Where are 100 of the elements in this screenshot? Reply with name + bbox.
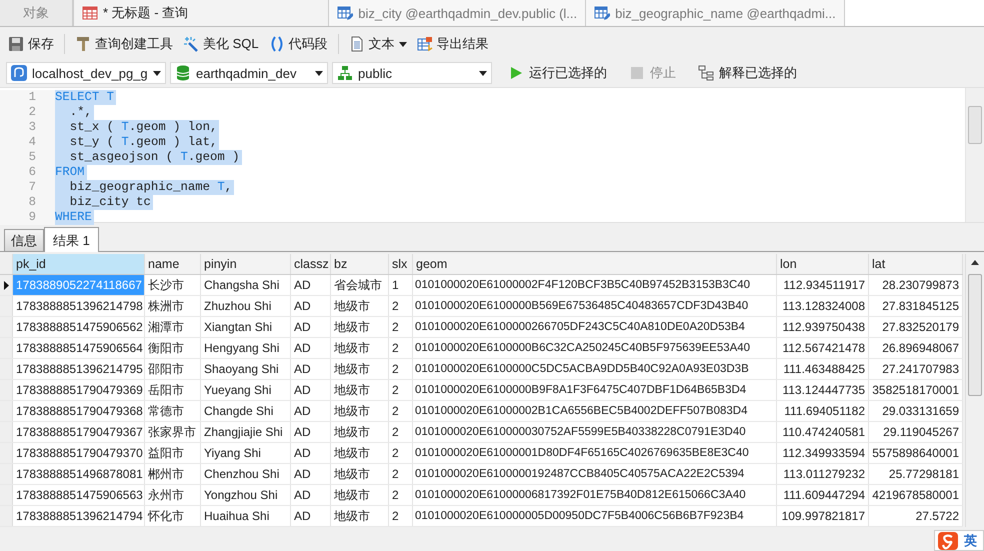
action-button[interactable]: 运行已选择的 bbox=[502, 63, 613, 83]
table-cell: 4219678580001 bbox=[869, 485, 963, 505]
line-number: 6 bbox=[0, 165, 55, 180]
action-button[interactable]: 解释已选择的 bbox=[692, 63, 803, 83]
table-cell: 怀化市 bbox=[145, 506, 201, 526]
play-icon bbox=[508, 65, 524, 81]
table-cell: 109.997821817 bbox=[777, 506, 869, 526]
line-number: 9 bbox=[0, 210, 55, 225]
table-cell: 地级市 bbox=[331, 506, 389, 526]
scroll-up-icon[interactable] bbox=[971, 260, 979, 265]
toolbar-button[interactable]: 导出结果 bbox=[412, 33, 493, 55]
connection-dropdown[interactable]: localhost_dev_pg_g bbox=[6, 62, 166, 84]
table-cell: 地级市 bbox=[331, 359, 389, 379]
toolbar-button[interactable]: 保存 bbox=[4, 33, 58, 55]
table-cell: 张家界市 bbox=[145, 422, 201, 442]
table-cell: 0101000020E6100000B9F8A1F3F6475C407DBF1D64B65B3D4 bbox=[413, 380, 777, 400]
current-row-icon bbox=[4, 280, 8, 290]
table-cell: Zhuzhou Shi bbox=[201, 296, 291, 316]
toolbar-button[interactable]: 查询创建工具 bbox=[71, 33, 177, 55]
toolbar-button[interactable]: 代码段 bbox=[264, 33, 332, 55]
hammer-icon bbox=[75, 36, 91, 52]
result-tab[interactable]: 信息 bbox=[4, 229, 44, 251]
table-cell: 1783888851396214795 bbox=[13, 359, 145, 379]
table-cell: AD bbox=[291, 464, 331, 484]
table-cell: 地级市 bbox=[331, 317, 389, 337]
table-cell: 0101000020E6100000192487CCB8405C40575ACA22E2C5394 bbox=[413, 464, 777, 484]
table-cell: 111.609447294 bbox=[777, 485, 869, 505]
result-tab[interactable]: 结果 1 bbox=[44, 227, 99, 252]
table-cell: 岳阳市 bbox=[145, 380, 201, 400]
caret-icon bbox=[398, 42, 407, 46]
row-header[interactable] bbox=[0, 275, 13, 295]
table-cell: 1783888851475906563 bbox=[13, 485, 145, 505]
table-cell: 1783888851790479369 bbox=[13, 380, 145, 400]
toolbar-button[interactable]: 美化 SQL bbox=[179, 33, 263, 55]
table-cell: Yueyang Shi bbox=[201, 380, 291, 400]
table-cell: AD bbox=[291, 401, 331, 421]
column-header[interactable]: bz bbox=[331, 254, 389, 274]
table-cell: 113.011279232 bbox=[777, 464, 869, 484]
table-cell: 1783888851475906562 bbox=[13, 317, 145, 337]
diagram-icon bbox=[698, 65, 714, 81]
table-cell: AD bbox=[291, 275, 331, 295]
table-cell: 27.831845125 bbox=[869, 296, 963, 316]
table-cell: 111.694051182 bbox=[777, 401, 869, 421]
table-cell: 0101000020E6100000B569E67536485C40483657CDF3D43B40 bbox=[413, 296, 777, 316]
magic-wand-icon bbox=[183, 36, 199, 52]
table-cell: 1783888851790479367 bbox=[13, 422, 145, 442]
column-header[interactable]: pinyin bbox=[201, 254, 291, 274]
scrollbar[interactable] bbox=[965, 88, 984, 222]
caret-icon bbox=[153, 70, 161, 76]
table-cell: 地级市 bbox=[331, 443, 389, 463]
caret-icon bbox=[315, 70, 323, 76]
scrollbar[interactable] bbox=[965, 254, 984, 527]
table-cell: 0101000020E610000005D00950DC7F5B4006C56B6B7F923B4 bbox=[413, 506, 777, 526]
caret-icon bbox=[479, 70, 487, 76]
column-header[interactable]: lat bbox=[869, 254, 963, 274]
table-cell: 112.934511917 bbox=[777, 275, 869, 295]
column-header[interactable]: pk_id bbox=[13, 254, 145, 274]
input-method-indicator[interactable]: 英 bbox=[934, 530, 984, 551]
table-cell: 27.832520179 bbox=[869, 317, 963, 337]
table-cell: 2 bbox=[389, 380, 413, 400]
schema-dropdown[interactable]: public bbox=[332, 62, 492, 84]
column-header[interactable]: lon bbox=[777, 254, 869, 274]
column-header[interactable]: slx bbox=[389, 254, 413, 274]
table-cell: 112.349933594 bbox=[777, 443, 869, 463]
table-cell: 地级市 bbox=[331, 401, 389, 421]
stop-icon bbox=[629, 65, 645, 81]
table-cell: 1783889052274118667 bbox=[13, 275, 145, 295]
line-number: 1 bbox=[0, 90, 55, 105]
database-dropdown[interactable]: earthqadmin_dev bbox=[170, 62, 328, 84]
grid-icon bbox=[82, 5, 98, 21]
hierarchy-icon bbox=[337, 65, 353, 81]
line-number: 5 bbox=[0, 150, 55, 165]
table-cell: Changde Shi bbox=[201, 401, 291, 421]
table-cell: 1 bbox=[389, 275, 413, 295]
table-cell: 0101000020E6100000B6C32CA250245C40B5F975639EE53A40 bbox=[413, 338, 777, 358]
column-header[interactable]: name bbox=[145, 254, 201, 274]
table-cell: AD bbox=[291, 443, 331, 463]
table-cell: 0101000020E6100000266705DF243C5C40A810DE0A20D53B4 bbox=[413, 317, 777, 337]
toolbar-button[interactable]: 文本 bbox=[344, 33, 411, 55]
document-tab[interactable]: biz_city @earthqadmin_dev.public (l... bbox=[329, 0, 586, 26]
table-cell: 衡阳市 bbox=[145, 338, 201, 358]
document-tab[interactable]: biz_geographic_name @earthqadmi... bbox=[586, 0, 845, 26]
document-tab[interactable]: * 无标题 - 查询 bbox=[73, 0, 330, 26]
table-cell: Changsha Shi bbox=[201, 275, 291, 295]
table-cell: 25.77298181 bbox=[869, 464, 963, 484]
table-cell: AD bbox=[291, 506, 331, 526]
column-header[interactable]: classz bbox=[291, 254, 331, 274]
table-cell: 0101000020E61000001D80DF4F65165C4026769635BE8E3C40 bbox=[413, 443, 777, 463]
table-cell: 1783888851496878081 bbox=[13, 464, 145, 484]
table-cell: 地级市 bbox=[331, 338, 389, 358]
table-cell: 2 bbox=[389, 422, 413, 442]
column-header[interactable]: geom bbox=[413, 254, 777, 274]
table-cell: 3582518170001 bbox=[869, 380, 963, 400]
table-cell: 28.230799873 bbox=[869, 275, 963, 295]
table-edit-icon bbox=[594, 5, 610, 21]
table-cell: 2 bbox=[389, 338, 413, 358]
table-cell: 112.567421478 bbox=[777, 338, 869, 358]
table-cell: 株洲市 bbox=[145, 296, 201, 316]
line-number: 8 bbox=[0, 195, 55, 210]
line-number: 4 bbox=[0, 135, 55, 150]
